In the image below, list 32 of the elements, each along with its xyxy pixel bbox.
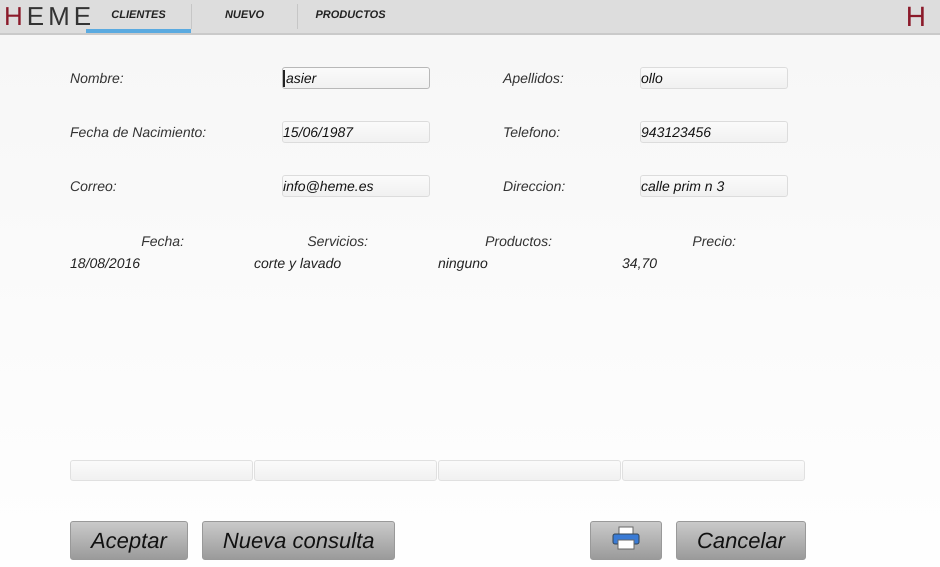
column-header: Fecha: xyxy=(140,233,185,249)
action-button[interactable]: Nueva consulta xyxy=(202,521,396,560)
table-cell-text: 34,70 xyxy=(622,255,658,271)
table-cell-text: ninguno xyxy=(438,255,489,271)
input-field[interactable]: ollo xyxy=(640,67,788,89)
input-field[interactable]: 943123456 xyxy=(640,121,788,143)
tab[interactable]: NUEVO xyxy=(192,0,297,33)
tab[interactable]: PRODUCTOS xyxy=(298,0,403,33)
column-header: Precio: xyxy=(691,233,737,249)
input-field[interactable]: asier xyxy=(282,67,430,89)
table-cell-text: 18/08/2016 xyxy=(70,255,142,271)
action-button[interactable]: Cancelar xyxy=(676,521,806,560)
table-cell-text: corte y lavado xyxy=(254,255,342,271)
printer-icon xyxy=(610,526,641,550)
field-label: Telefono: xyxy=(503,124,562,140)
logo-letter: H xyxy=(906,0,927,33)
column-header: Productos: xyxy=(484,233,553,249)
field-label: Fecha de Nacimiento: xyxy=(70,124,208,140)
field-label: Direccion: xyxy=(503,178,566,194)
field-label: Apellidos: xyxy=(503,70,565,86)
print-button[interactable] xyxy=(590,521,662,560)
input-field[interactable]: info@heme.es xyxy=(282,175,430,197)
field-label: Nombre: xyxy=(70,70,125,86)
input-field[interactable] xyxy=(70,460,253,481)
field-label: Correo: xyxy=(70,178,118,194)
column-header: Servicios: xyxy=(306,233,369,249)
input-field[interactable] xyxy=(254,460,437,481)
input-field[interactable]: calle prim n 3 xyxy=(640,175,788,197)
action-button[interactable]: Aceptar xyxy=(70,521,188,560)
input-field[interactable] xyxy=(438,460,621,481)
input-field[interactable]: 15/06/1987 xyxy=(282,121,430,143)
input-field[interactable] xyxy=(622,460,805,481)
